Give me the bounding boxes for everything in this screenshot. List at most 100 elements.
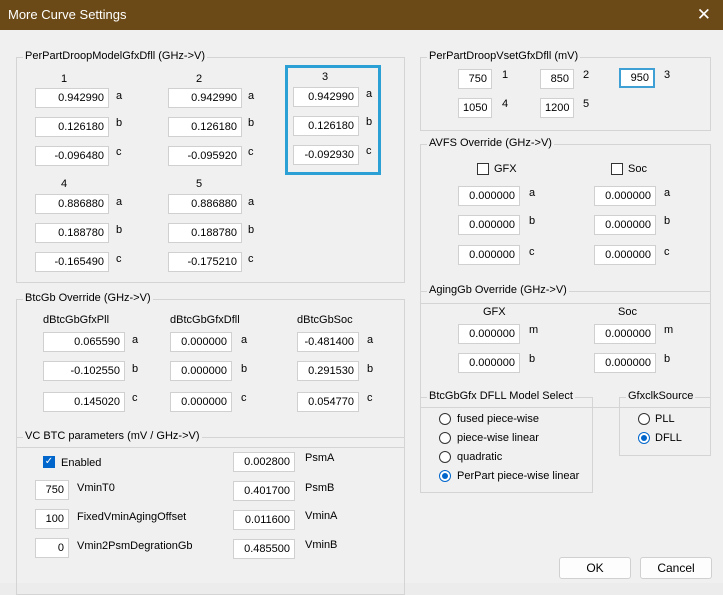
- psm-degration-input[interactable]: [35, 538, 69, 558]
- suffix-c: c: [248, 146, 254, 158]
- suffix-a: a: [116, 196, 123, 208]
- suffix-a: a: [529, 187, 536, 199]
- aginggb-soc-b-input[interactable]: [594, 353, 656, 373]
- quadratic-radio[interactable]: [439, 451, 451, 463]
- avfs-soc-a-input[interactable]: [594, 186, 656, 206]
- aginggb-gfx-b-input[interactable]: [458, 353, 520, 373]
- btcgb-soc-a-input[interactable]: [297, 332, 359, 352]
- avfs-soc-b-input[interactable]: [594, 215, 656, 235]
- btcgb-soc-c-input[interactable]: [297, 392, 359, 412]
- suffix-b: b: [248, 224, 255, 236]
- avfs-gfx-b-input[interactable]: [458, 215, 520, 235]
- suffix-a: a: [248, 196, 255, 208]
- suffix-a: a: [367, 334, 374, 346]
- btcgb-col3-header: dBtcGbSoc: [297, 314, 353, 326]
- droop-col3-a-input[interactable]: [293, 87, 359, 107]
- pll-radio[interactable]: [638, 413, 650, 425]
- vmin-a-input[interactable]: [233, 510, 295, 530]
- vmin-b-input[interactable]: [233, 539, 295, 559]
- ok-button[interactable]: OK: [559, 557, 631, 579]
- droop-col4-b-input[interactable]: [35, 223, 109, 243]
- close-icon[interactable]: ✕: [697, 5, 711, 25]
- suffix-m: m: [529, 324, 539, 336]
- perpart-piece-wise-linear-radio[interactable]: [439, 470, 451, 482]
- aging-offset-label: FixedVminAgingOffset: [77, 511, 187, 523]
- btcgb-col1-header: dBtcGbGfxPll: [43, 314, 110, 326]
- pll-label: PLL: [655, 413, 675, 425]
- avfs-gfx-checkbox[interactable]: [477, 163, 489, 175]
- suffix-b: b: [248, 117, 255, 129]
- btcgb-gfxdfll-c-input[interactable]: [170, 392, 232, 412]
- droop-col5-c-input[interactable]: [168, 252, 242, 272]
- piece-wise-linear-radio[interactable]: [439, 432, 451, 444]
- suffix-b: b: [366, 116, 373, 128]
- psm-b-input[interactable]: [233, 481, 295, 501]
- enabled-checkbox[interactable]: ✓: [43, 456, 55, 468]
- droop-col5-b-input[interactable]: [168, 223, 242, 243]
- btcgb-gfxpll-b-input[interactable]: [43, 361, 125, 381]
- avfs-gfx-c-input[interactable]: [458, 245, 520, 265]
- avfs-gfx-label: GFX: [494, 163, 517, 175]
- btcgb-gfxpll-c-input[interactable]: [43, 392, 125, 412]
- suffix-c: c: [529, 246, 535, 258]
- aging-offset-input[interactable]: [35, 509, 69, 529]
- col5-header: 5: [196, 178, 203, 190]
- vset-4-input[interactable]: [458, 98, 492, 118]
- vset-5-label: 5: [583, 98, 590, 110]
- dfll-radio[interactable]: [638, 432, 650, 444]
- btcgb-col2-header: dBtcGbGfxDfll: [170, 314, 240, 326]
- col2-header: 2: [196, 73, 203, 85]
- droop-col2-a-input[interactable]: [168, 88, 242, 108]
- cancel-button[interactable]: Cancel: [640, 557, 712, 579]
- droop-col1-c-input[interactable]: [35, 146, 109, 166]
- droop-col5-a-input[interactable]: [168, 194, 242, 214]
- btcgb-override-label: BtcGb Override (GHz->V): [23, 292, 153, 304]
- vmin-t0-label: VminT0: [77, 482, 115, 494]
- window-title: More Curve Settings: [8, 7, 127, 22]
- suffix-b: b: [241, 363, 248, 375]
- col1-header: 1: [61, 73, 68, 85]
- enabled-label: Enabled: [61, 457, 102, 469]
- quadratic-label: quadratic: [457, 451, 503, 463]
- btcgb-gfxdfll-a-input[interactable]: [170, 332, 232, 352]
- vset-2-input[interactable]: [540, 69, 574, 89]
- droop-col4-c-input[interactable]: [35, 252, 109, 272]
- avfs-soc-c-input[interactable]: [594, 245, 656, 265]
- vset-3-input[interactable]: [619, 68, 655, 88]
- perpart-piece-wise-linear-label: PerPart piece-wise linear: [457, 470, 580, 482]
- aginggb-gfx-header: GFX: [483, 306, 506, 318]
- aginggb-soc-m-input[interactable]: [594, 324, 656, 344]
- btcgb-soc-b-input[interactable]: [297, 361, 359, 381]
- droop-col3-c-input[interactable]: [293, 145, 359, 165]
- col3-header: 3: [322, 71, 329, 83]
- droop-col3-b-input[interactable]: [293, 116, 359, 136]
- psm-a-input[interactable]: [233, 452, 295, 472]
- avfs-gfx-a-input[interactable]: [458, 186, 520, 206]
- btcgb-gfxdfll-b-input[interactable]: [170, 361, 232, 381]
- vset-1-input[interactable]: [458, 69, 492, 89]
- btcgb-gfxpll-a-input[interactable]: [43, 332, 125, 352]
- avfs-soc-checkbox[interactable]: [611, 163, 623, 175]
- suffix-b: b: [664, 353, 671, 365]
- droop-col2-c-input[interactable]: [168, 146, 242, 166]
- fused-piece-wise-radio[interactable]: [439, 413, 451, 425]
- suffix-c: c: [241, 392, 247, 404]
- vset-group: PerPartDroopVsetGfxDfll (mV) 1 2 3 4 5: [420, 50, 711, 131]
- suffix-c: c: [116, 146, 122, 158]
- droop-col4-a-input[interactable]: [35, 194, 109, 214]
- vset-4-label: 4: [502, 98, 509, 110]
- dfll-label: DFLL: [655, 432, 682, 444]
- avfs-soc-label: Soc: [628, 163, 647, 175]
- aginggb-gfx-m-input[interactable]: [458, 324, 520, 344]
- suffix-b: b: [664, 215, 671, 227]
- vmin-t0-input[interactable]: [35, 480, 69, 500]
- droop-col2-b-input[interactable]: [168, 117, 242, 137]
- suffix-a: a: [241, 334, 248, 346]
- suffix-b: b: [529, 215, 536, 227]
- droop-col1-b-input[interactable]: [35, 117, 109, 137]
- psm-a-label: PsmA: [305, 452, 335, 464]
- vset-5-input[interactable]: [540, 98, 574, 118]
- gfxclk-source-label: GfxclkSource: [626, 390, 696, 402]
- col4-header: 4: [61, 178, 68, 190]
- droop-col1-a-input[interactable]: [35, 88, 109, 108]
